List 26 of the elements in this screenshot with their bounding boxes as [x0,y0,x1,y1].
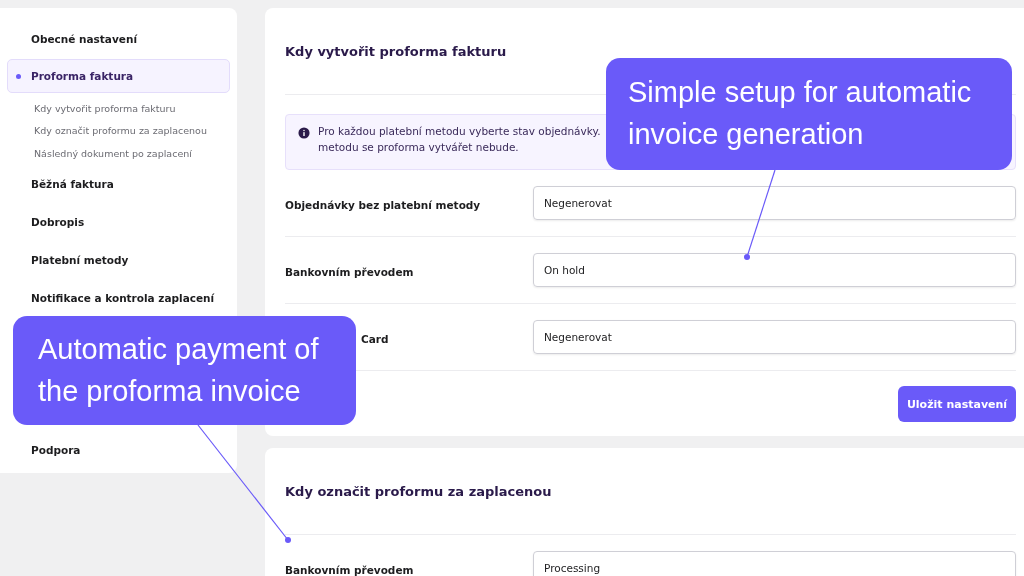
info-icon [298,127,310,139]
info-text: Pro každou platební metodu vyberte stav objednávky. [318,125,601,137]
sidebar-item[interactable]: Dobropis [7,202,230,241]
field-label: Objednávky bez platební metody [285,198,481,211]
save-button[interactable]: Uložit nastavení [898,386,1016,422]
callout: Automatic payment of the proforma invoice [13,316,356,425]
sidebar-item[interactable]: Běžná faktura [7,164,230,203]
sidebar-subitem[interactable]: Následný dokument po zaplacení [7,142,230,165]
sidebar-item[interactable]: Podpora [7,430,230,469]
field-label: Card [361,332,389,345]
select-field[interactable]: Negenerovat [533,320,1016,354]
sidebar-item[interactable]: Platební metody [7,240,230,279]
section-title: Kdy vytvořit proforma fakturu [285,43,507,59]
select-field[interactable]: On hold [533,253,1016,287]
select-field[interactable]: Processing [533,551,1016,576]
field-label: Bankovním převodem [285,563,414,576]
info-text: metodu se proforma vytvářet nebude. [318,141,520,153]
callout: Simple setup for automatic invoice generation [606,58,1012,170]
field-label: Bankovním převodem [285,265,414,278]
sidebar-subitem[interactable]: Kdy vytvořit proforma fakturu [7,97,230,120]
sidebar-item[interactable]: Obecné nastavení [7,20,230,58]
sidebar-item[interactable]: Notifikace a kontrola zaplacení [7,278,230,317]
sidebar-subitem[interactable]: Kdy označit proformu za zaplacenou [7,119,230,142]
sidebar-item[interactable]: Proforma faktura [7,59,230,93]
section-title: Kdy označit proformu za zaplacenou [285,483,552,499]
select-field[interactable]: Negenerovat [533,186,1016,220]
